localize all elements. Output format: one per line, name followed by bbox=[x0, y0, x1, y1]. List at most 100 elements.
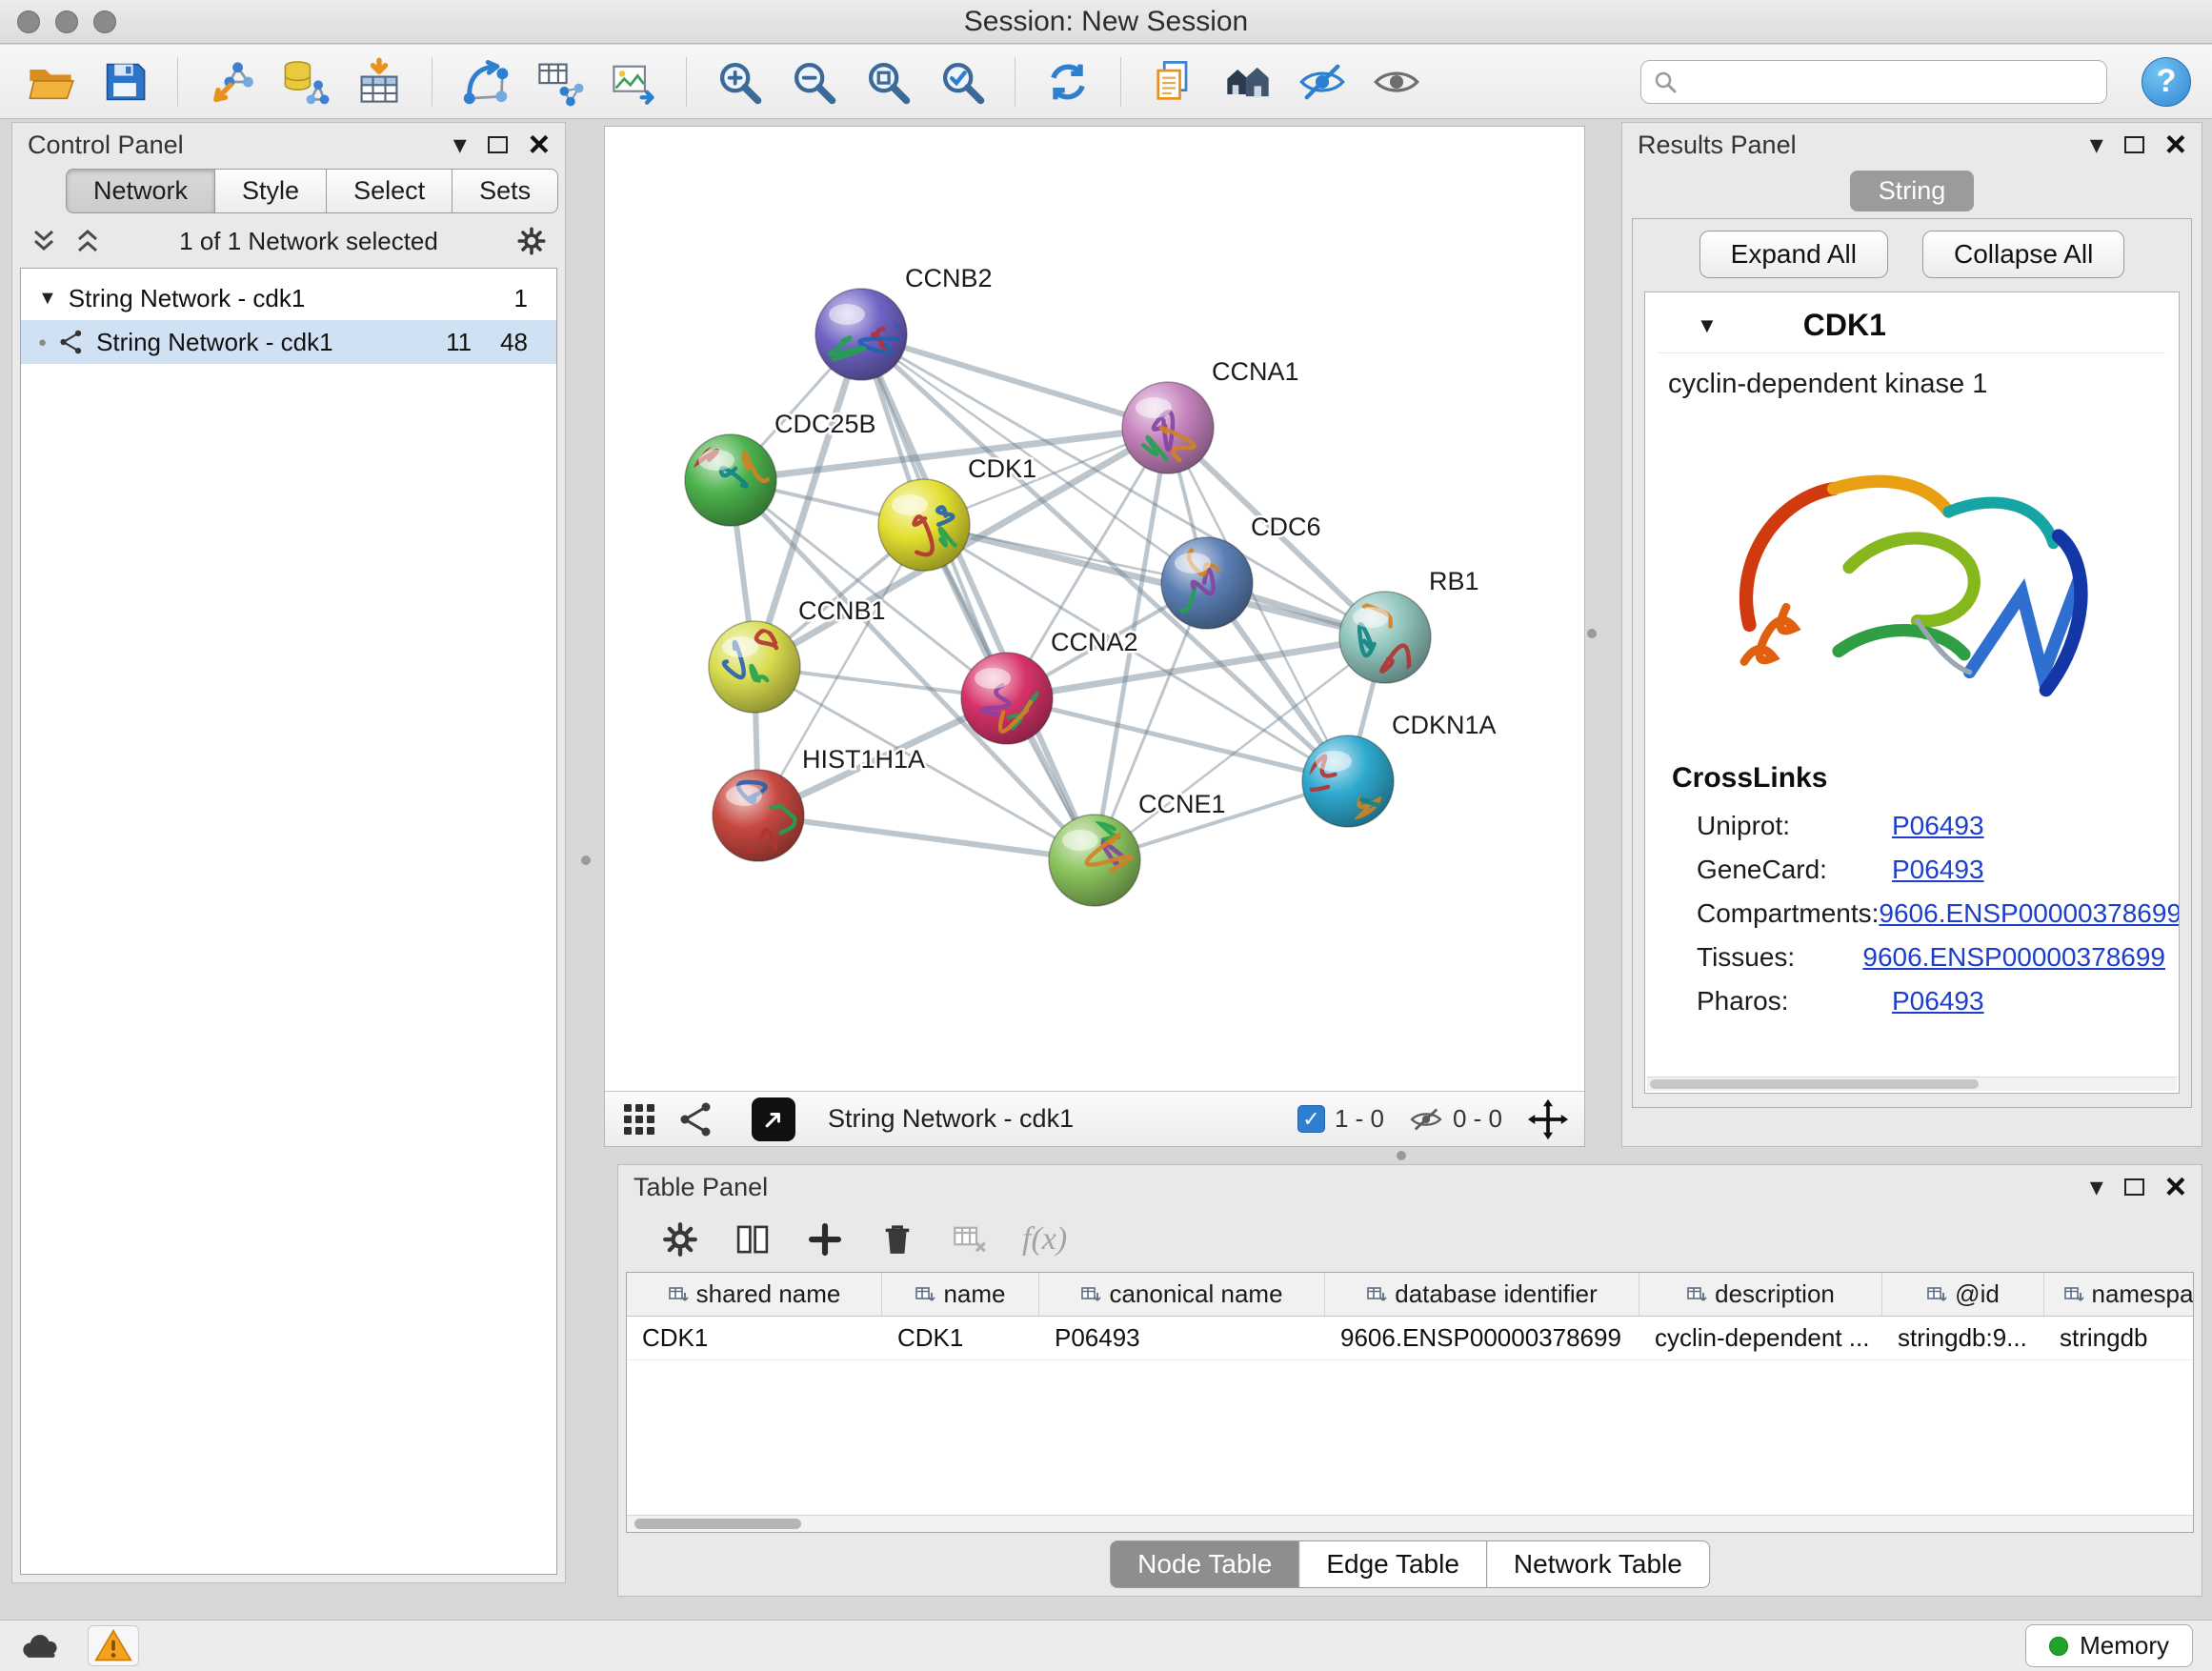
network-node-ccna2[interactable] bbox=[961, 653, 1053, 744]
column-header-canonical-name[interactable]: canonical name bbox=[1039, 1273, 1325, 1316]
column-header-namespac[interactable]: namespac bbox=[2044, 1273, 2194, 1316]
home-view-button[interactable] bbox=[1218, 52, 1277, 111]
crosslink-value[interactable]: 9606.ENSP00000378699 bbox=[1862, 942, 2165, 973]
toolbar-search[interactable] bbox=[1640, 60, 2107, 104]
panel-close-icon[interactable]: × bbox=[2165, 1173, 2186, 1201]
tab-network-table[interactable]: Network Table bbox=[1486, 1540, 1710, 1588]
export-image-button[interactable] bbox=[604, 52, 663, 111]
birds-eye-view-icon[interactable] bbox=[620, 1100, 658, 1138]
network-view[interactable]: CCNB2CCNA1CDC25BCDK1CDC6RB1CCNB1CCNA2CDK… bbox=[604, 126, 1585, 1147]
import-network-file-button[interactable] bbox=[201, 52, 260, 111]
network-node-ccnb1[interactable] bbox=[709, 621, 800, 713]
panel-float-icon[interactable] bbox=[2124, 136, 2144, 153]
crosslink-value[interactable]: P06493 bbox=[1892, 986, 1984, 1017]
network-collection-row[interactable]: ▼ String Network - cdk1 1 bbox=[21, 276, 556, 320]
collapse-all-button[interactable]: Collapse All bbox=[1922, 231, 2124, 278]
network-overview-icon[interactable] bbox=[677, 1100, 715, 1138]
fit-content-icon[interactable] bbox=[1527, 1098, 1569, 1140]
table-row[interactable]: CDK1CDK1P064939606.ENSP00000378699cyclin… bbox=[627, 1317, 2193, 1360]
import-table-button[interactable] bbox=[350, 52, 409, 111]
bottom-splitter-handle[interactable] bbox=[1397, 1151, 1406, 1160]
function-builder-icon[interactable]: f(x) bbox=[1022, 1221, 1067, 1258]
network-options-gear-icon[interactable] bbox=[515, 225, 548, 257]
zoom-window-button[interactable] bbox=[93, 10, 116, 33]
results-scrollbar[interactable] bbox=[1647, 1077, 2177, 1091]
tab-string[interactable]: String bbox=[1850, 171, 1975, 211]
tab-select[interactable]: Select bbox=[326, 169, 452, 213]
table-options-gear-icon[interactable] bbox=[660, 1219, 700, 1259]
copy-document-button[interactable] bbox=[1144, 52, 1203, 111]
panel-float-icon[interactable] bbox=[2124, 1178, 2144, 1196]
tab-sets[interactable]: Sets bbox=[452, 169, 558, 213]
zoom-fit-button[interactable] bbox=[858, 52, 917, 111]
import-network-database-button[interactable] bbox=[275, 52, 334, 111]
network-from-table-button[interactable] bbox=[530, 52, 589, 111]
open-in-new-window-button[interactable] bbox=[752, 1097, 795, 1141]
tab-node-table[interactable]: Node Table bbox=[1110, 1540, 1299, 1588]
expand-all-button[interactable]: Expand All bbox=[1699, 231, 1888, 278]
network-edge-ccnb2-ccna1[interactable] bbox=[861, 334, 1168, 428]
tab-edge-table[interactable]: Edge Table bbox=[1298, 1540, 1487, 1588]
zoom-in-button[interactable] bbox=[710, 52, 769, 111]
network-node-cdc6[interactable] bbox=[1161, 537, 1253, 629]
network-node-cdc25b[interactable] bbox=[685, 434, 776, 526]
network-node-cdkn1a[interactable] bbox=[1302, 735, 1394, 827]
network-edge-cdk1-rb1[interactable] bbox=[924, 525, 1385, 637]
warning-icon[interactable] bbox=[88, 1625, 139, 1666]
network-edge-hist1h1a-ccne1[interactable] bbox=[758, 815, 1095, 860]
results-scrollbar-thumb[interactable] bbox=[1650, 1079, 1979, 1089]
right-splitter-handle[interactable] bbox=[1587, 629, 1597, 638]
entry-disclosure-icon[interactable]: ▼ bbox=[1697, 313, 1718, 338]
refresh-layout-button[interactable] bbox=[1038, 52, 1097, 111]
zoom-out-button[interactable] bbox=[784, 52, 843, 111]
show-all-button[interactable] bbox=[1367, 52, 1426, 111]
column-header-description[interactable]: description bbox=[1639, 1273, 1882, 1316]
panel-close-icon[interactable]: × bbox=[529, 131, 550, 159]
column-header-name[interactable]: name bbox=[882, 1273, 1039, 1316]
network-node-hist1h1a[interactable] bbox=[713, 770, 804, 872]
left-splitter-handle[interactable] bbox=[581, 856, 591, 865]
network-node-cdk1[interactable] bbox=[878, 479, 970, 571]
panel-menu-icon[interactable]: ▾ bbox=[2090, 131, 2103, 158]
network-node-ccna1[interactable] bbox=[1122, 382, 1214, 473]
collection-disclosure-icon[interactable]: ▼ bbox=[38, 288, 57, 310]
expand-all-networks-icon[interactable] bbox=[73, 227, 102, 255]
protein-entry-header[interactable]: ▼ CDK1 bbox=[1659, 300, 2165, 353]
selected-indicator-checkbox[interactable]: ✓ bbox=[1297, 1105, 1325, 1133]
panel-float-icon[interactable] bbox=[488, 136, 508, 153]
table-horizontal-scrollbar[interactable] bbox=[627, 1515, 2193, 1532]
zoom-selected-button[interactable] bbox=[933, 52, 992, 111]
network-node-ccne1[interactable] bbox=[1049, 815, 1140, 906]
delete-column-icon[interactable] bbox=[877, 1219, 917, 1259]
network-canvas[interactable]: CCNB2CCNA1CDC25BCDK1CDC6RB1CCNB1CCNA2CDK… bbox=[605, 127, 1584, 1091]
hide-selected-button[interactable] bbox=[1293, 52, 1352, 111]
panel-menu-icon[interactable]: ▾ bbox=[2090, 1174, 2103, 1200]
clear-table-icon[interactable] bbox=[950, 1219, 990, 1259]
save-session-button[interactable] bbox=[95, 52, 154, 111]
memory-button[interactable]: Memory bbox=[2025, 1624, 2193, 1667]
crosslink-value[interactable]: P06493 bbox=[1892, 811, 1984, 841]
show-columns-icon[interactable] bbox=[733, 1219, 773, 1259]
crosslink-value[interactable]: P06493 bbox=[1892, 855, 1984, 885]
new-network-button[interactable] bbox=[455, 52, 514, 111]
crosslink-value[interactable]: 9606.ENSP00000378699 bbox=[1879, 898, 2180, 929]
column-header-shared-name[interactable]: shared name bbox=[627, 1273, 882, 1316]
add-column-icon[interactable] bbox=[805, 1219, 845, 1259]
network-row[interactable]: ● String Network - cdk1 11 48 bbox=[21, 320, 556, 364]
column-header-database-identifier[interactable]: database identifier bbox=[1325, 1273, 1639, 1316]
search-input[interactable] bbox=[1687, 67, 2095, 96]
column-header--id[interactable]: @id bbox=[1882, 1273, 2044, 1316]
collapse-all-networks-icon[interactable] bbox=[30, 227, 58, 255]
help-button[interactable]: ? bbox=[2142, 57, 2191, 107]
tab-network[interactable]: Network bbox=[66, 169, 215, 213]
panel-menu-icon[interactable]: ▾ bbox=[453, 131, 467, 158]
cloud-status-icon[interactable] bbox=[19, 1630, 61, 1662]
open-session-button[interactable] bbox=[21, 52, 80, 111]
network-node-rb1[interactable] bbox=[1339, 592, 1431, 683]
table-scrollbar-thumb[interactable] bbox=[634, 1519, 801, 1529]
close-window-button[interactable] bbox=[17, 10, 40, 33]
network-edge-ccnb2-ccne1[interactable] bbox=[861, 334, 1095, 860]
panel-close-icon[interactable]: × bbox=[2165, 131, 2186, 159]
minimize-window-button[interactable] bbox=[55, 10, 78, 33]
tab-style[interactable]: Style bbox=[214, 169, 327, 213]
